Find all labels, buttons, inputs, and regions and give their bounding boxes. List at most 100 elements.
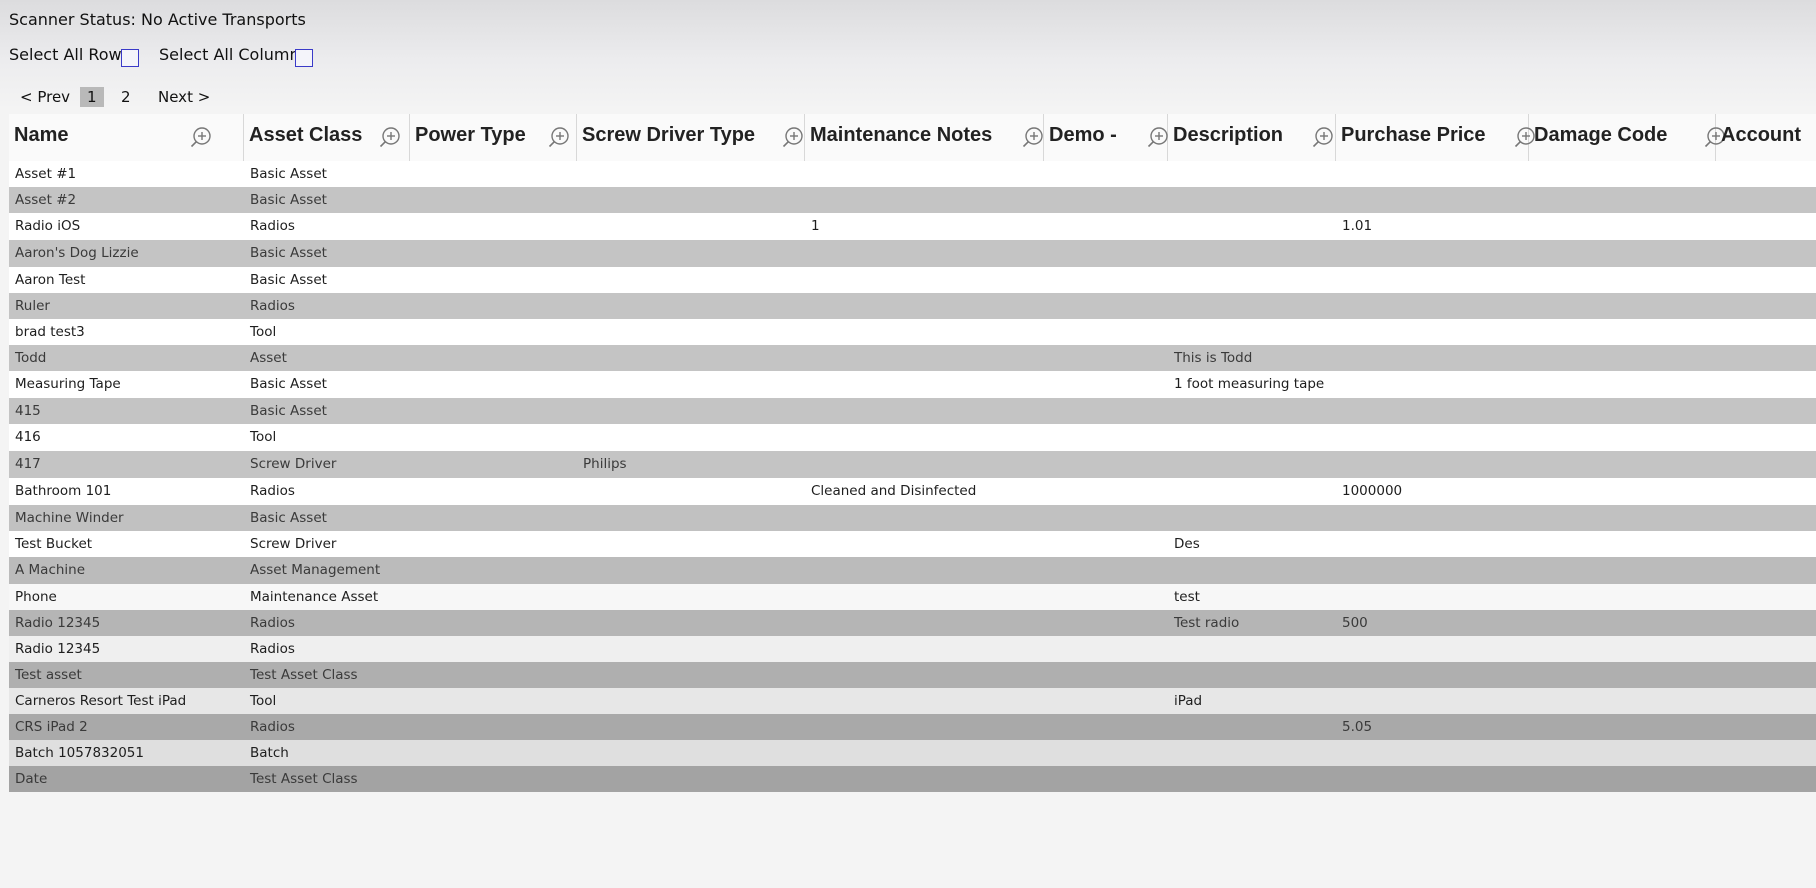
table-row[interactable]: 416 Tool [9,424,1816,451]
cell-name: Todd [15,350,47,366]
cell-screw-driver-type [577,478,805,505]
cell-damage-code [1529,345,1716,371]
cell-maintenance-notes [805,267,1044,293]
table-row[interactable]: Aaron Test Basic Asset [9,267,1816,293]
table-row[interactable]: Measuring Tape Basic Asset 1 foot measurin… [9,371,1816,398]
table-row[interactable]: Radio 12345 Radios [9,636,1816,662]
table-row[interactable]: Phone Maintenance Asset test [9,584,1816,610]
table-row[interactable]: Asset #2 Basic Asset [9,187,1816,213]
column-header-damage-code[interactable]: Damage Code [1529,114,1725,161]
cell-power-type [410,557,577,584]
table-row[interactable]: 417 Screw Driver Philips [9,451,1816,478]
cell-account [1716,478,1816,505]
cell-name: brad test3 [15,324,85,340]
cell-maintenance-notes [805,293,1044,319]
table-row[interactable]: Test Bucket Screw Driver Des [9,531,1816,557]
cell-screw-driver-type [577,531,805,557]
cell-damage-code [1529,240,1716,267]
table-row[interactable]: Ruler Radios [9,293,1816,319]
cell-damage-code [1529,740,1716,766]
cell-account [1716,213,1816,240]
cell-account [1716,240,1816,267]
cell-description [1168,267,1336,293]
table-row[interactable]: Todd Asset This is Todd [9,345,1816,371]
cell-maintenance-notes: 1 [811,218,820,234]
cell-purchase-price [1336,766,1529,792]
table-row[interactable]: Carneros Resort Test iPad Tool iPad [9,688,1816,714]
cell-account [1716,451,1816,478]
table-row[interactable]: Machine Winder Basic Asset [9,505,1816,531]
table-row[interactable]: Bathroom 101 Radios Cleaned and Disinfecte… [9,478,1816,505]
cell-description: This is Todd [1174,350,1253,366]
cell-description [1168,636,1336,662]
next-page-link[interactable]: Next > [158,87,210,107]
column-header-label: Demo - [1049,124,1117,146]
column-header-screw-driver-type[interactable]: Screw Driver Type [577,114,805,161]
select-all-rows-checkbox[interactable] [121,49,139,67]
column-header-maintenance-notes[interactable]: Maintenance Notes [805,114,1044,161]
zoom-in-icon[interactable] [379,126,401,148]
table-row[interactable]: Radio iOS Radios 1 1.01 [9,213,1816,240]
cell-account [1716,345,1816,371]
zoom-in-icon[interactable] [1147,126,1169,148]
cell-purchase-price [1336,424,1529,451]
cell-name: Aaron Test [15,272,86,288]
cell-screw-driver-type [577,161,805,187]
table-row[interactable]: CRS iPad 2 Radios 5.05 [9,714,1816,740]
cell-asset-class: Radios [250,615,295,631]
cell-maintenance-notes: Cleaned and Disinfected [811,483,977,499]
table-row[interactable]: Batch 1057832051 Batch [9,740,1816,766]
cell-description: Des [1174,536,1200,552]
table-row[interactable]: brad test3 Tool [9,319,1816,345]
table-row[interactable]: Test asset Test Asset Class [9,662,1816,688]
cell-power-type [410,345,577,371]
cell-account [1716,584,1816,610]
cell-demo [1044,240,1168,267]
cell-purchase-price: 1.01 [1342,218,1373,234]
cell-description [1168,398,1336,424]
cell-purchase-price [1336,557,1529,584]
column-header-description[interactable]: Description [1168,114,1336,161]
table-row[interactable]: A Machine Asset Management [9,557,1816,584]
cell-screw-driver-type [577,293,805,319]
cell-damage-code [1529,610,1716,636]
table-row[interactable]: Asset #1 Basic Asset [9,161,1816,187]
cell-name: A Machine [15,562,86,578]
page-2-link[interactable]: 2 [121,87,131,107]
table-row[interactable]: Date Test Asset Class [9,766,1816,792]
table-row[interactable]: Radio 12345 Radios Test radio 500 [9,610,1816,636]
cell-power-type [410,714,577,740]
zoom-in-icon[interactable] [548,126,570,148]
cell-purchase-price [1336,505,1529,531]
cell-description: Test radio [1174,615,1240,631]
page-1-link[interactable]: 1 [80,87,104,107]
column-header-demo[interactable]: Demo - [1044,114,1168,161]
cell-name: CRS iPad 2 [15,719,88,735]
table-row[interactable]: 415 Basic Asset [9,398,1816,424]
zoom-in-icon[interactable] [1312,126,1334,148]
prev-page-link[interactable]: < Prev [20,87,70,107]
cell-description [1168,714,1336,740]
column-header-name[interactable]: Name [9,114,244,161]
select-all-columns-checkbox[interactable] [295,49,313,67]
zoom-in-icon[interactable] [190,126,212,148]
cell-account [1716,424,1816,451]
cell-demo [1044,213,1168,240]
cell-name: Bathroom 101 [15,483,112,499]
cell-account [1716,531,1816,557]
cell-description [1168,293,1336,319]
select-all-columns-label: Select All Columns [159,45,308,64]
cell-screw-driver-type [577,662,805,688]
cell-description [1168,187,1336,213]
cell-damage-code [1529,584,1716,610]
column-header-power-type[interactable]: Power Type [410,114,577,161]
cell-power-type [410,240,577,267]
zoom-in-icon[interactable] [1022,126,1044,148]
column-header-asset-class[interactable]: Asset Class [244,114,410,161]
cell-name: Phone [15,589,57,605]
column-header-account[interactable]: Account [1716,114,1816,161]
table-row[interactable]: Aaron's Dog Lizzie Basic Asset [9,240,1816,267]
cell-maintenance-notes [805,319,1044,345]
column-header-purchase-price[interactable]: Purchase Price [1336,114,1535,161]
zoom-in-icon[interactable] [782,126,804,148]
